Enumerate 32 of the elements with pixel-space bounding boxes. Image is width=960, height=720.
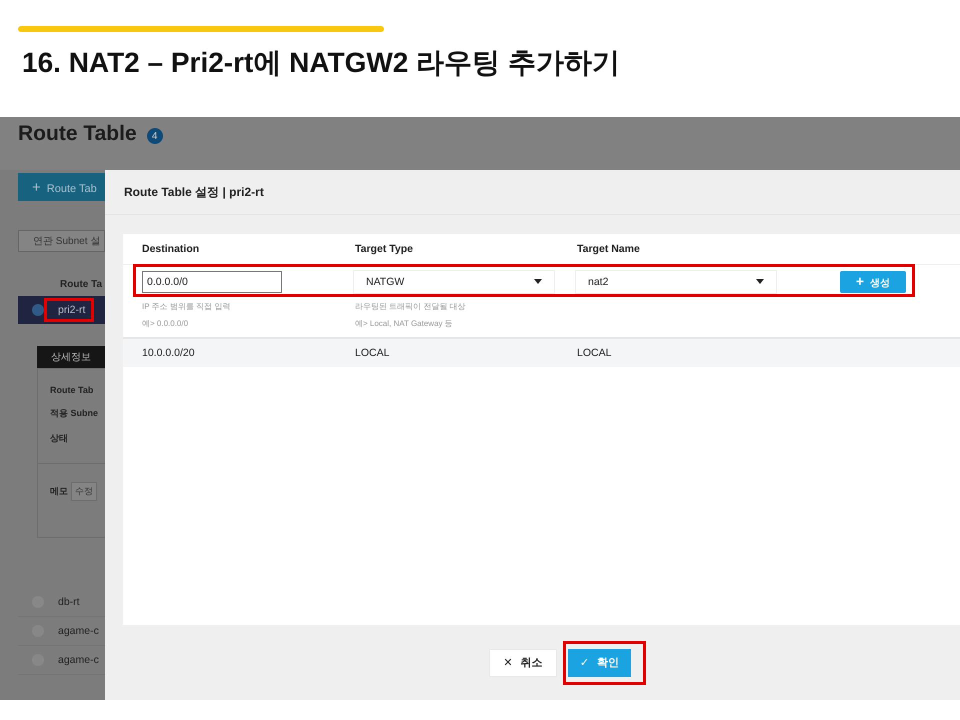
caret-icon	[534, 279, 542, 284]
target-type-select[interactable]: NATGW	[353, 270, 555, 294]
column-header: Target Type	[355, 243, 414, 255]
slide-title: 16. NAT2 – Pri2-rt에 NATGW2 라우팅 추가하기	[22, 46, 620, 80]
detail-label: 상태	[50, 432, 69, 445]
memo-label: 메모	[50, 485, 68, 498]
table-cell-text: 10.0.0.0/20	[142, 347, 196, 359]
hint-text: 예> Local, NAT Gateway 등	[355, 318, 454, 329]
cancel-button[interactable]: ✕ 취소	[489, 648, 557, 676]
subnet-button[interactable]: 연관 Subnet 설	[18, 230, 105, 252]
detail-label: 적용 Subne	[50, 407, 100, 420]
destination-field[interactable]: 0.0.0.0/0	[142, 270, 282, 292]
count-badge: 4	[146, 128, 163, 144]
table-cell-text: LOCAL	[355, 347, 390, 359]
detail-tab[interactable]: 상세정보	[37, 346, 105, 368]
column-header: Destination	[142, 243, 200, 255]
create-button[interactable]: + Route Tab	[18, 173, 105, 201]
create-button[interactable]: + 생성	[840, 270, 906, 292]
route-table-row[interactable]: pri2-rt	[18, 296, 105, 324]
hint-text: 라우팅된 트래픽이 전달될 대상	[355, 301, 467, 312]
dialog-title: Route Table 설정 | pri2-rt	[105, 170, 960, 215]
confirm-button[interactable]: ✓ 확인	[568, 648, 631, 676]
target-name-select[interactable]: nat2	[575, 270, 777, 294]
hint-text: IP 주소 범위를 직접 입력	[142, 301, 232, 312]
hint-text: 예> 0.0.0.0/0	[142, 318, 190, 329]
caret-icon	[756, 279, 764, 284]
table-cell-text: LOCAL	[577, 347, 612, 359]
column-header: Route Ta	[60, 279, 104, 290]
column-header: Target Name	[577, 243, 641, 255]
detail-label: Route Tab	[50, 385, 94, 395]
edit-button[interactable]: 수정	[71, 482, 97, 501]
page-heading: Route Table	[18, 122, 137, 146]
